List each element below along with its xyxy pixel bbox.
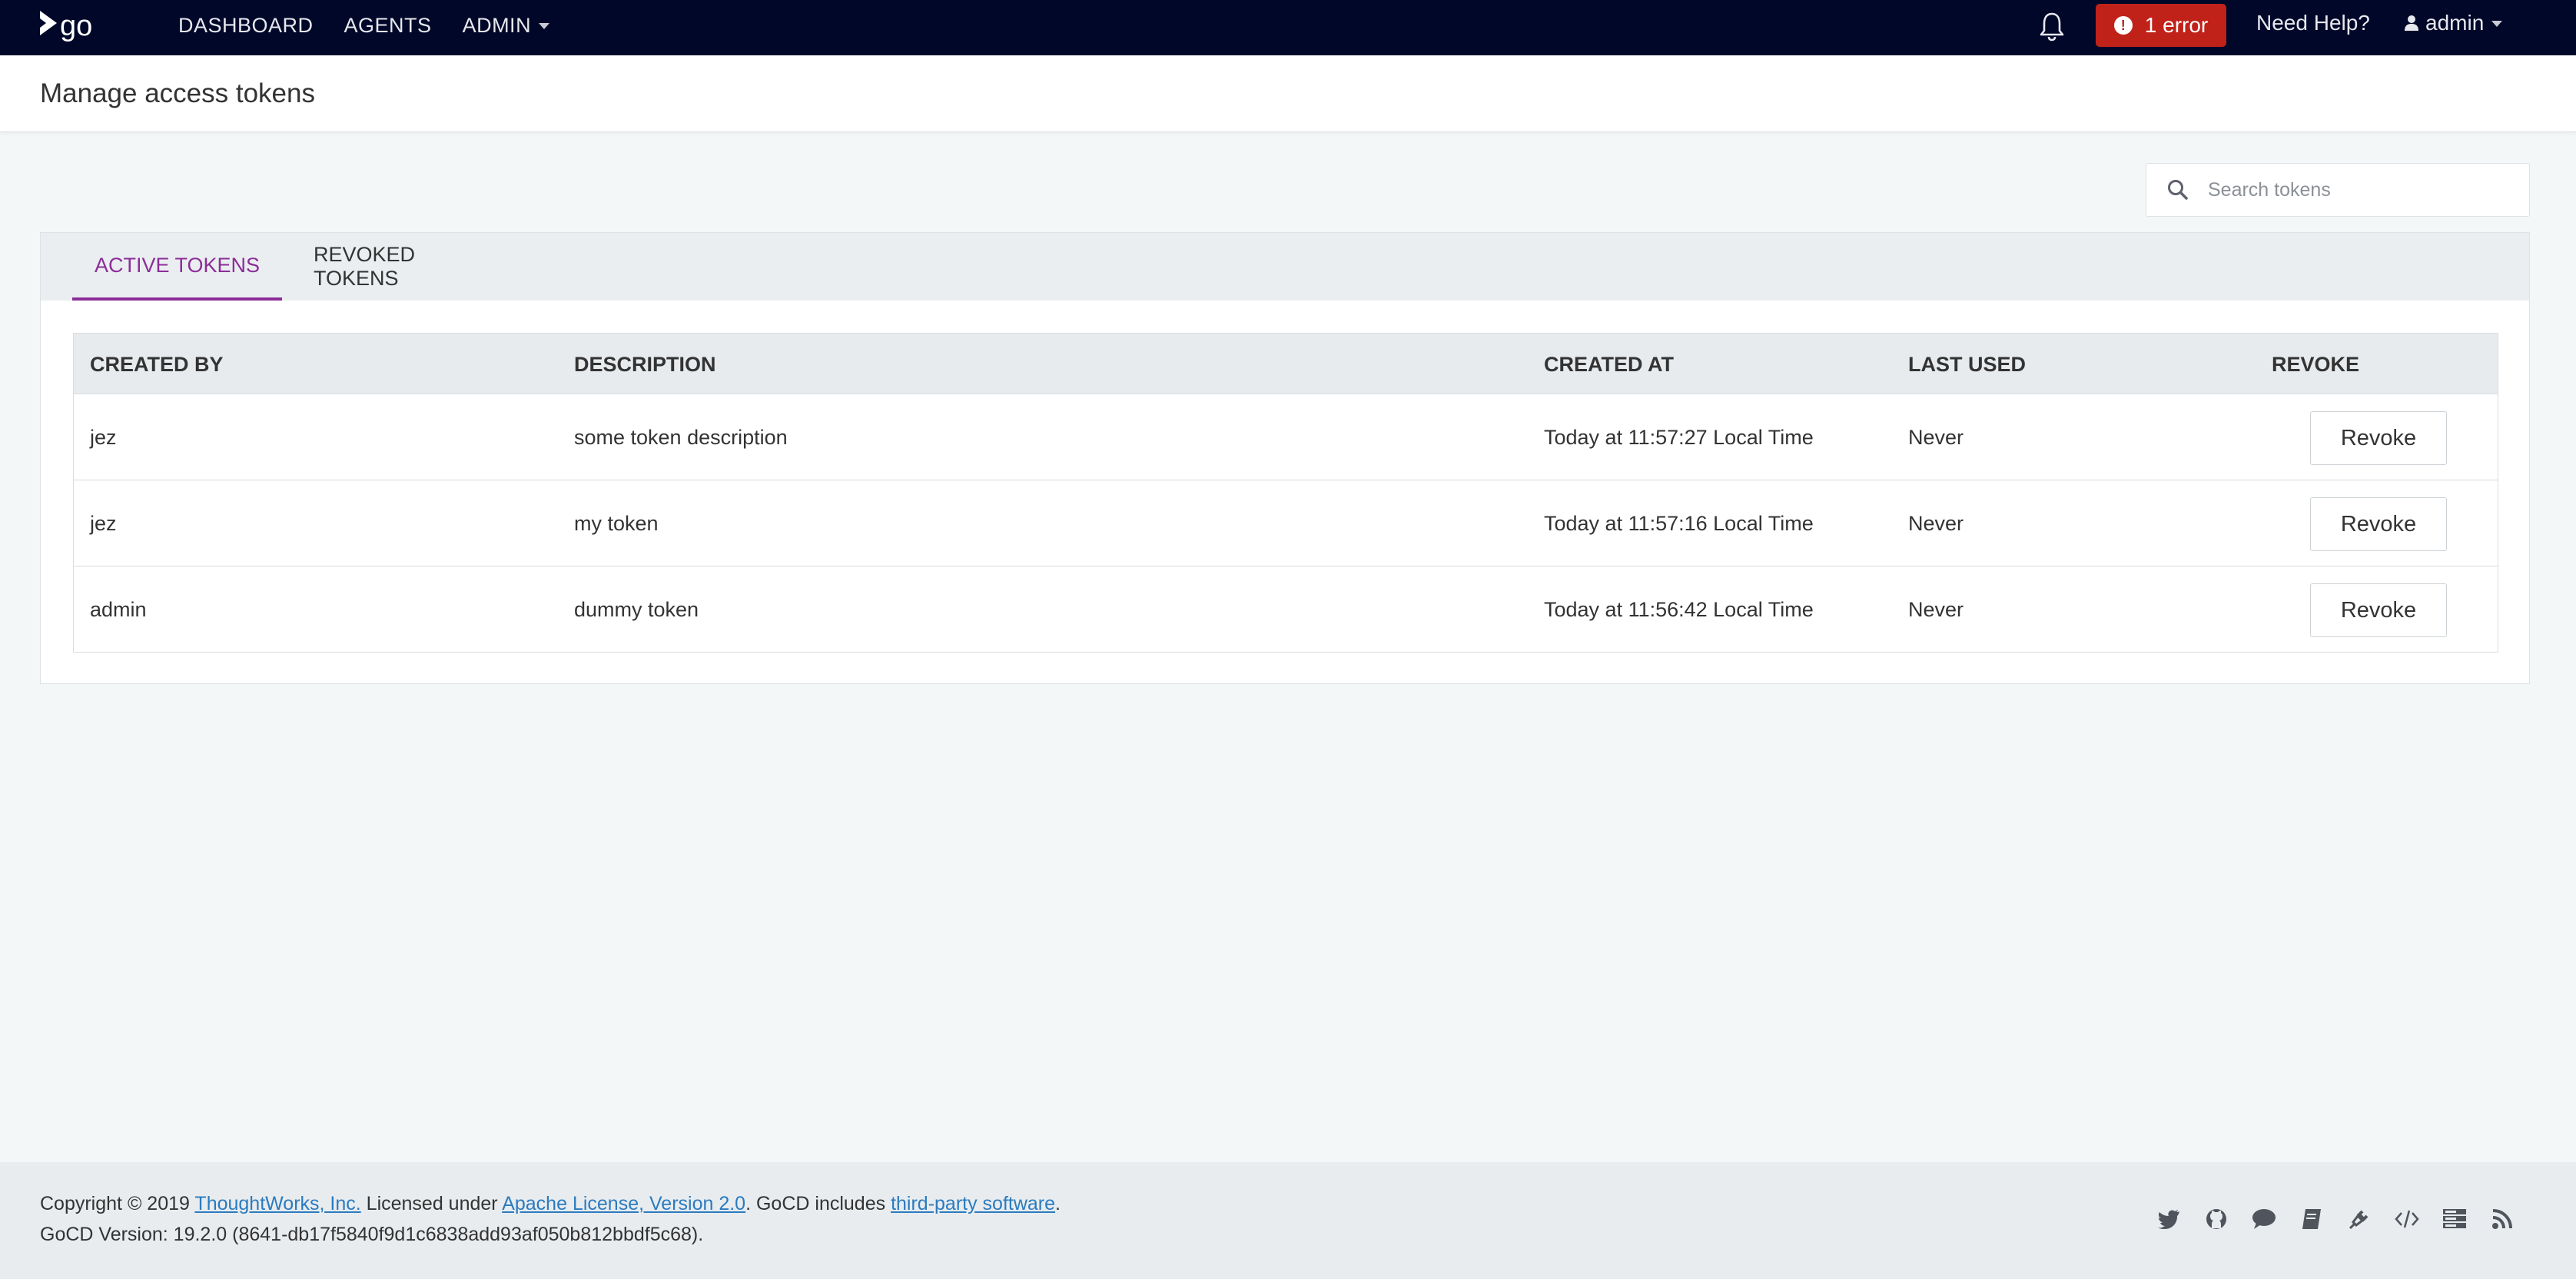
cell-created-by: jez (90, 511, 117, 535)
user-menu[interactable]: admin (2404, 11, 2503, 35)
cell-created-at: Today at 11:56:42 Local Time (1544, 597, 1814, 621)
table-header: CREATED BY DESCRIPTION CREATED AT LAST U… (73, 333, 2498, 394)
cell-last-used: Never (1908, 425, 1964, 449)
page-title: Manage access tokens (40, 78, 315, 108)
cell-description: some token description (574, 425, 788, 449)
cell-description: dummy token (574, 597, 699, 621)
table-row: jez some token description Today at 11:5… (73, 394, 2498, 480)
footer-icons (2155, 1205, 2536, 1233)
search-input[interactable] (2208, 178, 2515, 201)
header-revoke: REVOKE (2272, 352, 2360, 376)
nav-agents[interactable]: AGENTS (344, 14, 432, 38)
cell-description: my token (574, 511, 659, 535)
header-created-at: CREATED AT (1544, 352, 1674, 376)
footer-copyright: Copyright © 2019 ThoughtWorks, Inc. Lice… (40, 1193, 1061, 1215)
header-last-used: LAST USED (1908, 352, 2027, 376)
api-icon[interactable] (2393, 1205, 2421, 1233)
period-text: . (1055, 1193, 1061, 1214)
svg-text:go: go (60, 10, 92, 42)
cell-created-by: jez (90, 425, 117, 449)
book-icon[interactable] (2298, 1205, 2325, 1233)
help-link[interactable]: Need Help? (2256, 11, 2370, 35)
page-header: Manage access tokens (0, 55, 2576, 132)
table-row: jez my token Today at 11:57:16 Local Tim… (73, 480, 2498, 566)
user-icon (2405, 15, 2418, 31)
revoke-button[interactable]: Revoke (2310, 583, 2447, 637)
tokens-panel: ACTIVE TOKENS REVOKED TOKENS CREATED BY … (40, 232, 2530, 684)
go-logo[interactable]: go (38, 8, 108, 43)
licensed-text: Licensed under (360, 1193, 503, 1214)
cell-last-used: Never (1908, 511, 1964, 535)
thoughtworks-link[interactable]: ThoughtWorks, Inc. (194, 1193, 360, 1214)
cell-last-used: Never (1908, 597, 1964, 621)
cell-created-at: Today at 11:57:27 Local Time (1544, 425, 1814, 449)
license-link[interactable]: Apache License, Version 2.0 (502, 1193, 745, 1214)
cell-created-by: admin (90, 597, 147, 621)
table-row: admin dummy token Today at 11:56:42 Loca… (73, 566, 2498, 653)
revoke-button[interactable]: Revoke (2310, 411, 2447, 465)
tab-active-tokens[interactable]: ACTIVE TOKENS (72, 233, 282, 301)
footer-version: GoCD Version: 19.2.0 (8641-db17f5840f9d1… (40, 1224, 704, 1245)
chat-icon[interactable] (2250, 1205, 2278, 1233)
top-navbar: go DASHBOARD AGENTS ADMIN ! 1 error Need… (0, 0, 2576, 55)
bell-icon[interactable] (2038, 11, 2066, 42)
error-label: 1 error (2144, 13, 2209, 37)
twitter-icon[interactable] (2155, 1205, 2183, 1233)
error-button[interactable]: ! 1 error (2096, 4, 2226, 47)
copyright-text: Copyright © 2019 (40, 1193, 195, 1214)
tab-bar: ACTIVE TOKENS REVOKED TOKENS (41, 233, 2529, 301)
plugin-icon[interactable] (2345, 1205, 2373, 1233)
header-created-by: CREATED BY (90, 352, 224, 376)
caret-down-icon (539, 23, 550, 29)
includes-text: . GoCD includes (745, 1193, 891, 1214)
nav-admin-label: ADMIN (462, 13, 532, 37)
rss-icon[interactable] (2488, 1205, 2516, 1233)
user-label: admin (2425, 11, 2485, 35)
search-icon (2168, 180, 2188, 200)
search-box[interactable] (2146, 163, 2530, 217)
revoke-button[interactable]: Revoke (2310, 497, 2447, 551)
error-icon: ! (2113, 16, 2133, 35)
main-nav: DASHBOARD AGENTS ADMIN (178, 0, 580, 51)
github-icon[interactable] (2203, 1205, 2230, 1233)
tab-revoked-tokens[interactable]: REVOKED TOKENS (314, 233, 490, 301)
third-party-link[interactable]: third-party software (891, 1193, 1055, 1214)
nav-dashboard[interactable]: DASHBOARD (178, 14, 314, 38)
cell-created-at: Today at 11:57:16 Local Time (1544, 511, 1814, 535)
page-footer: Copyright © 2019 ThoughtWorks, Inc. Lice… (0, 1162, 2576, 1279)
caret-down-icon (2491, 21, 2503, 27)
nav-admin[interactable]: ADMIN (463, 14, 550, 38)
server-icon[interactable] (2441, 1205, 2468, 1233)
tokens-table: CREATED BY DESCRIPTION CREATED AT LAST U… (73, 333, 2498, 653)
header-description: DESCRIPTION (574, 352, 716, 376)
